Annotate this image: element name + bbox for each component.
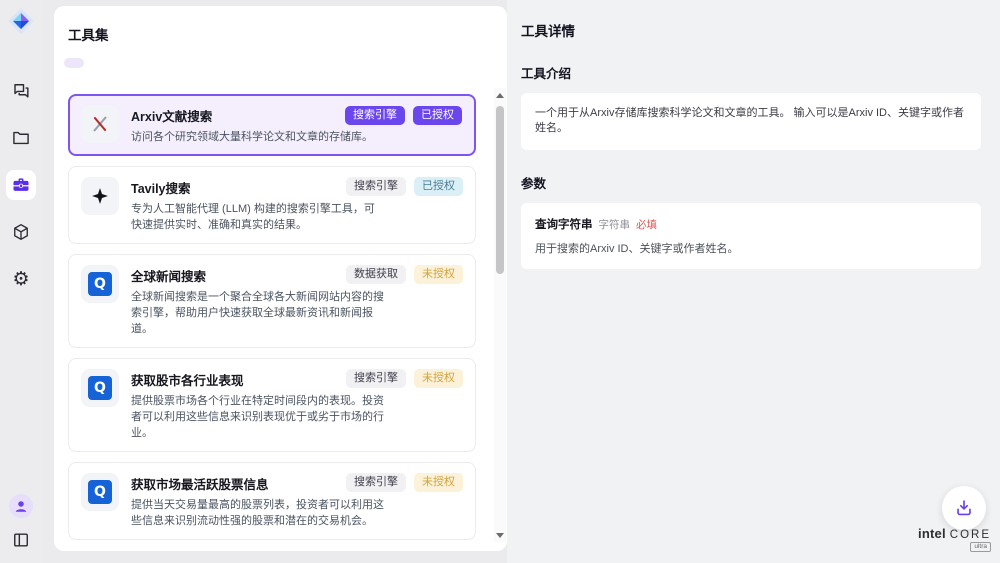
tool-icon: Q [81,177,119,215]
param-name: 查询字符串 [535,216,593,232]
intro-text: 一个用于从Arxiv存储库搜索科学论文和文章的工具。 输入可以是Arxiv ID… [535,106,967,137]
tool-icon: Q [81,473,119,511]
sparkle-star-icon [90,186,110,206]
juhe-data-logo-icon: Q [88,272,112,296]
scroll-down-arrow-icon[interactable] [496,533,504,538]
download-button[interactable] [942,486,986,530]
tool-description: 访问各个研究领域大量科学论文和文章的存储库。 [131,129,385,145]
tool-auth-badge: 未授权 [414,265,463,284]
scrollbar[interactable] [494,88,506,543]
cube-icon[interactable] [10,221,32,243]
category-tab[interactable] [64,58,84,68]
tool-list-item[interactable]: Q 全球新闻搜索 全球新闻搜索是一个聚合全球各大新闻网站内容的搜索引擎，帮助用户… [68,254,476,348]
tool-list-item[interactable]: Q 获取股市各行业表现 提供股票市场各个行业在特定时间段内的表现。投资者可以利用… [68,358,476,452]
page-title: 工具集 [68,24,507,44]
tool-list-item[interactable]: Q 获取市场最活跃股票信息 提供当天交易量最高的股票列表，投资者可以利用这些信息… [68,462,476,540]
sidebar-rail: ⚙ [0,0,42,563]
scroll-up-arrow-icon[interactable] [496,93,504,98]
tool-category-badge: 搜索引擎 [345,106,405,125]
tool-auth-badge: 已授权 [414,177,463,196]
intro-card: 一个用于从Arxiv存储库搜索科学论文和文章的工具。 输入可以是Arxiv ID… [521,93,981,150]
gear-icon[interactable]: ⚙ [10,268,32,290]
tool-category-badge: 搜索引擎 [346,177,406,196]
ultra-badge: ultra [970,542,991,552]
arxiv-logo-icon [89,113,111,135]
intel-wordmark: intel [918,526,946,541]
param-description: 用于搜索的Arxiv ID、关键字或作者姓名。 [535,240,967,256]
tool-icon: Q [81,369,119,407]
core-wordmark: CORE [950,529,991,541]
folder-icon[interactable] [10,127,32,149]
user-avatar-icon[interactable] [9,494,33,518]
param-card: 查询字符串 字符串 必填 用于搜索的Arxiv ID、关键字或作者姓名。 [521,203,981,269]
panel-collapse-icon[interactable] [10,529,32,551]
juhe-data-logo-icon: Q [88,376,112,400]
sidebar-nav: ⚙ [6,80,36,290]
intro-heading: 工具介绍 [521,63,981,82]
scrollbar-thumb[interactable] [496,106,504,274]
tool-description: 提供股票市场各个行业在特定时间段内的表现。投资者可以利用这些信息来识别表现优于或… [131,393,385,441]
tool-auth-badge: 未授权 [414,473,463,492]
detail-title: 工具详情 [521,20,981,40]
tool-auth-badge: 已授权 [413,106,462,125]
intel-core-logo: intel CORE ultra [918,526,991,552]
chat-icon[interactable] [10,80,32,102]
tool-description: 专为人工智能代理 (LLM) 构建的搜索引擎工具，可快速提供实时、准确和真实的结… [131,201,385,233]
category-tab[interactable] [118,58,138,68]
param-required-badge: 必填 [636,217,657,232]
category-tab[interactable] [91,58,111,68]
tool-list: Q Arxiv文献搜索 访问各个研究领域大量科学论文和文章的存储库。 搜索引擎 … [68,94,476,547]
tool-list-item[interactable]: Q Arxiv文献搜索 访问各个研究领域大量科学论文和文章的存储库。 搜索引擎 … [68,94,476,156]
juhe-data-logo-icon: Q [88,480,112,504]
params-heading: 参数 [521,173,981,192]
toolbox-icon[interactable] [6,170,36,200]
tool-list-item[interactable]: Q Tavily搜索 专为人工智能代理 (LLM) 构建的搜索引擎工具，可快速提… [68,166,476,244]
param-type: 字符串 [599,217,631,232]
tool-detail-panel: 工具详情 工具介绍 一个用于从Arxiv存储库搜索科学论文和文章的工具。 输入可… [507,0,1000,563]
tool-category-badge: 搜索引擎 [346,473,406,492]
tool-category-badge: 搜索引擎 [346,369,406,388]
tool-list-panel: 工具集 Q [54,6,507,551]
app-logo-gem-icon [6,6,36,36]
tool-description: 提供当天交易量最高的股票列表，投资者可以利用这些信息来识别流动性强的股票和潜在的… [131,497,385,529]
tool-auth-badge: 未授权 [414,369,463,388]
category-tab[interactable] [145,58,165,68]
category-tabs [64,58,507,68]
tool-description: 全球新闻搜索是一个聚合全球各大新闻网站内容的搜索引擎，帮助用户快速获取全球最新资… [131,289,385,337]
download-icon [953,497,975,519]
tool-category-badge: 数据获取 [346,265,406,284]
sidebar-bottom [0,494,42,551]
tool-icon: Q [81,105,119,143]
tool-icon: Q [81,265,119,303]
